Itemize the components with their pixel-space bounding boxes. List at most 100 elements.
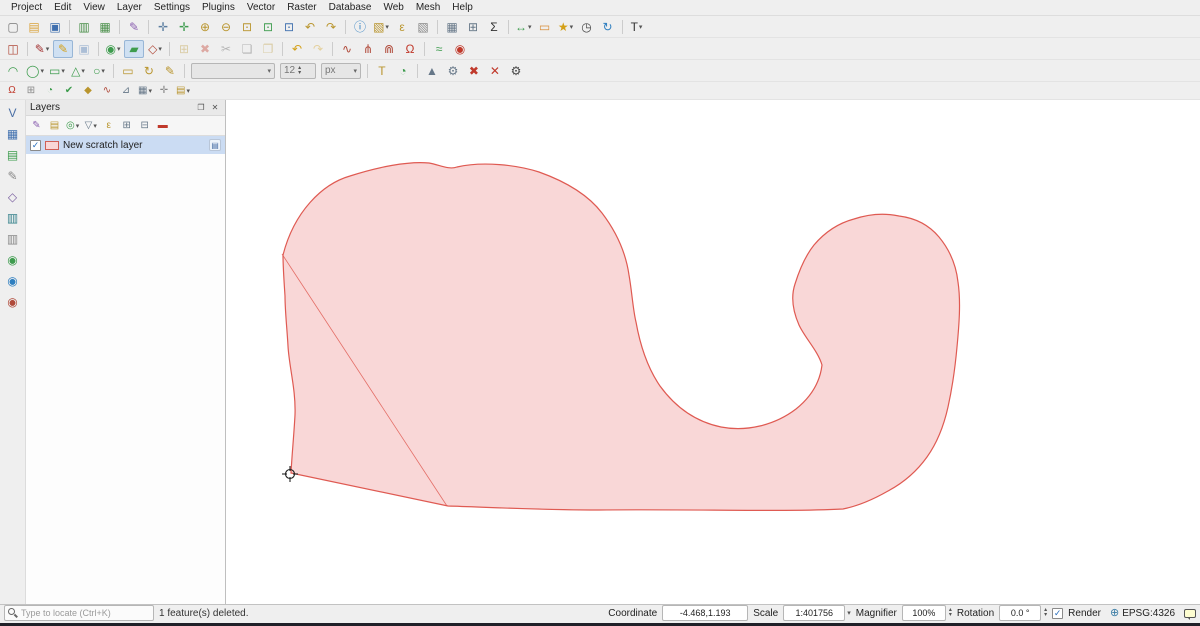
advanced-digitizing-panel-dropdown[interactable]: ▾	[148, 87, 152, 95]
zoom-to-layer-button[interactable]: ⊡	[279, 18, 299, 36]
topology-checker-button[interactable]: ◔	[41, 83, 59, 98]
split-features-button[interactable]: ⋔	[358, 40, 378, 58]
advanced-digitizing-panel-button[interactable]: ▦▾	[136, 83, 154, 98]
vertex-tool-dropdown[interactable]: ▾	[158, 45, 162, 53]
current-edits-dropdown[interactable]: ▾	[46, 45, 50, 53]
magnifier-spin[interactable]: ▴▾	[902, 605, 952, 621]
menu-raster[interactable]: Raster	[282, 2, 321, 13]
snap-to-grid-button[interactable]: ⊞	[22, 83, 40, 98]
toggle-editing-button[interactable]: ✎	[53, 40, 73, 58]
scratch-polygon-feature[interactable]	[283, 163, 960, 511]
change-label-button[interactable]: ✎	[160, 62, 180, 80]
pan-map-button[interactable]: ✛	[153, 18, 173, 36]
magnifier-spin-arrows[interactable]: ▴▾	[949, 608, 952, 618]
processing-toolbox-button[interactable]: ⚙	[443, 62, 463, 80]
refresh-map-button[interactable]: ↻	[598, 18, 618, 36]
add-xyz-layer-button[interactable]: ◉	[3, 293, 23, 311]
statistical-summary-button[interactable]: Σ	[484, 18, 504, 36]
snapping-options-button[interactable]: Ω	[400, 40, 420, 58]
new-bookmark-button[interactable]: ★▾	[556, 18, 576, 36]
merge-features-button[interactable]: ⋒	[379, 40, 399, 58]
delete-part-button[interactable]: ✖	[464, 62, 484, 80]
scale-dropdown-icon[interactable]: ▾	[847, 609, 851, 617]
reshape-features-button[interactable]: ∿	[337, 40, 357, 58]
menu-layer[interactable]: Layer	[112, 2, 147, 13]
new-print-layout-button[interactable]: ▥	[74, 18, 94, 36]
panel-close-button[interactable]: ✕	[209, 102, 221, 114]
remove-layer-button[interactable]: ▬	[154, 118, 171, 134]
draw-regular-polygon-dropdown[interactable]: ▾	[81, 67, 85, 75]
move-label-button[interactable]: ▭	[118, 62, 138, 80]
add-delimited-text-layer-button[interactable]: ✎	[3, 167, 23, 185]
select-features-button[interactable]: ▧▾	[371, 18, 391, 36]
pan-to-selection-button[interactable]: ✛	[174, 18, 194, 36]
menu-project[interactable]: Project	[6, 2, 47, 13]
draw-circle-button[interactable]: ◯▾	[24, 62, 46, 80]
open-attribute-table-button[interactable]: ▦	[442, 18, 462, 36]
render-checkbox[interactable]	[1052, 608, 1063, 619]
open-data-source-manager-button[interactable]: ◫	[3, 40, 23, 58]
select-features-dropdown[interactable]: ▾	[385, 23, 389, 31]
menu-database[interactable]: Database	[324, 2, 377, 13]
layer-diagram-options-button[interactable]: ◔	[393, 62, 413, 80]
panel-undock-button[interactable]: ❐	[195, 102, 207, 114]
expand-all-button[interactable]: ⊞	[118, 118, 135, 134]
draw-ellipse-button[interactable]: ○▾	[89, 62, 109, 80]
zoom-last-button[interactable]: ↶	[300, 18, 320, 36]
zoom-to-selection-button[interactable]: ⊡	[258, 18, 278, 36]
tracing-button[interactable]: ◉	[450, 40, 470, 58]
layout-add-dropdown[interactable]: ▾	[186, 87, 190, 95]
menu-plugins[interactable]: Plugins	[197, 2, 240, 13]
new-bookmark-dropdown[interactable]: ▾	[570, 23, 574, 31]
menu-help[interactable]: Help	[447, 2, 478, 13]
crs-button[interactable]: ⊕ EPSG:4326	[1106, 605, 1179, 621]
memory-layer-indicator[interactable]: ▤	[209, 139, 221, 151]
draw-regular-polygon-button[interactable]: △▾	[68, 62, 88, 80]
rotation-spin-arrows[interactable]: ▴▾	[1044, 608, 1047, 618]
georeferencer-button[interactable]: ✛	[155, 83, 173, 98]
menu-edit[interactable]: Edit	[49, 2, 76, 13]
add-virtual-layer-button[interactable]: ◇	[3, 188, 23, 206]
new-project-button[interactable]: ▢	[3, 18, 23, 36]
show-layout-manager-button[interactable]: ▦	[95, 18, 115, 36]
temporal-controller-button[interactable]: ◷	[577, 18, 597, 36]
add-group-button[interactable]: ▤	[46, 118, 63, 134]
cad-tools-button[interactable]: ⊿	[117, 83, 135, 98]
layer-item-new-scratch-layer[interactable]: New scratch layer ▤	[26, 136, 225, 154]
zoom-full-button[interactable]: ⊡	[237, 18, 257, 36]
map-tips-button[interactable]: ▭	[535, 18, 555, 36]
add-raster-layer-button[interactable]: ▦	[3, 125, 23, 143]
draw-ellipse-dropdown[interactable]: ▾	[101, 67, 105, 75]
rotation-spin[interactable]: ▴▾	[999, 605, 1047, 621]
layer-visibility-checkbox[interactable]	[30, 140, 41, 151]
scale-combo[interactable]: ▾	[783, 605, 851, 621]
add-vector-layer-button[interactable]: V	[3, 104, 23, 122]
undo-button[interactable]: ↶	[287, 40, 307, 58]
collapse-all-button[interactable]: ⊟	[136, 118, 153, 134]
scale-input[interactable]	[783, 605, 845, 621]
delete-ring-button[interactable]: ✕	[485, 62, 505, 80]
snapping-toolbar-toggle-button[interactable]: Ω	[3, 83, 21, 98]
text-annotation-dropdown[interactable]: ▾	[639, 23, 643, 31]
rotation-input[interactable]	[999, 605, 1041, 621]
add-postgis-layer-button[interactable]: ▥	[3, 209, 23, 227]
draw-rectangle-button[interactable]: ▭▾	[47, 62, 67, 80]
add-spatialite-layer-button[interactable]: ▥	[3, 230, 23, 248]
open-field-calculator-button[interactable]: ⊞	[463, 18, 483, 36]
magnifier-input[interactable]	[902, 605, 946, 621]
menu-web[interactable]: Web	[378, 2, 408, 13]
enable-tracing-button[interactable]: ∿	[98, 83, 116, 98]
rotate-label-button[interactable]: ↻	[139, 62, 159, 80]
menu-vector[interactable]: Vector	[242, 2, 280, 13]
open-project-button[interactable]: ▤	[24, 18, 44, 36]
draw-circle-dropdown[interactable]: ▾	[40, 67, 44, 75]
new-3d-map-button[interactable]: ▲	[422, 62, 442, 80]
filter-by-expression-button[interactable]: ε	[100, 118, 117, 134]
menu-view[interactable]: View	[78, 2, 110, 13]
add-wms-layer-button[interactable]: ◉	[3, 251, 23, 269]
deselect-features-button[interactable]: ▧	[413, 18, 433, 36]
circular-string-button[interactable]: ◠	[3, 62, 23, 80]
measure-line-dropdown[interactable]: ▾	[528, 23, 532, 31]
layer-labeling-options-button[interactable]: T	[372, 62, 392, 80]
manage-map-themes-dropdown[interactable]: ▾	[76, 122, 80, 130]
